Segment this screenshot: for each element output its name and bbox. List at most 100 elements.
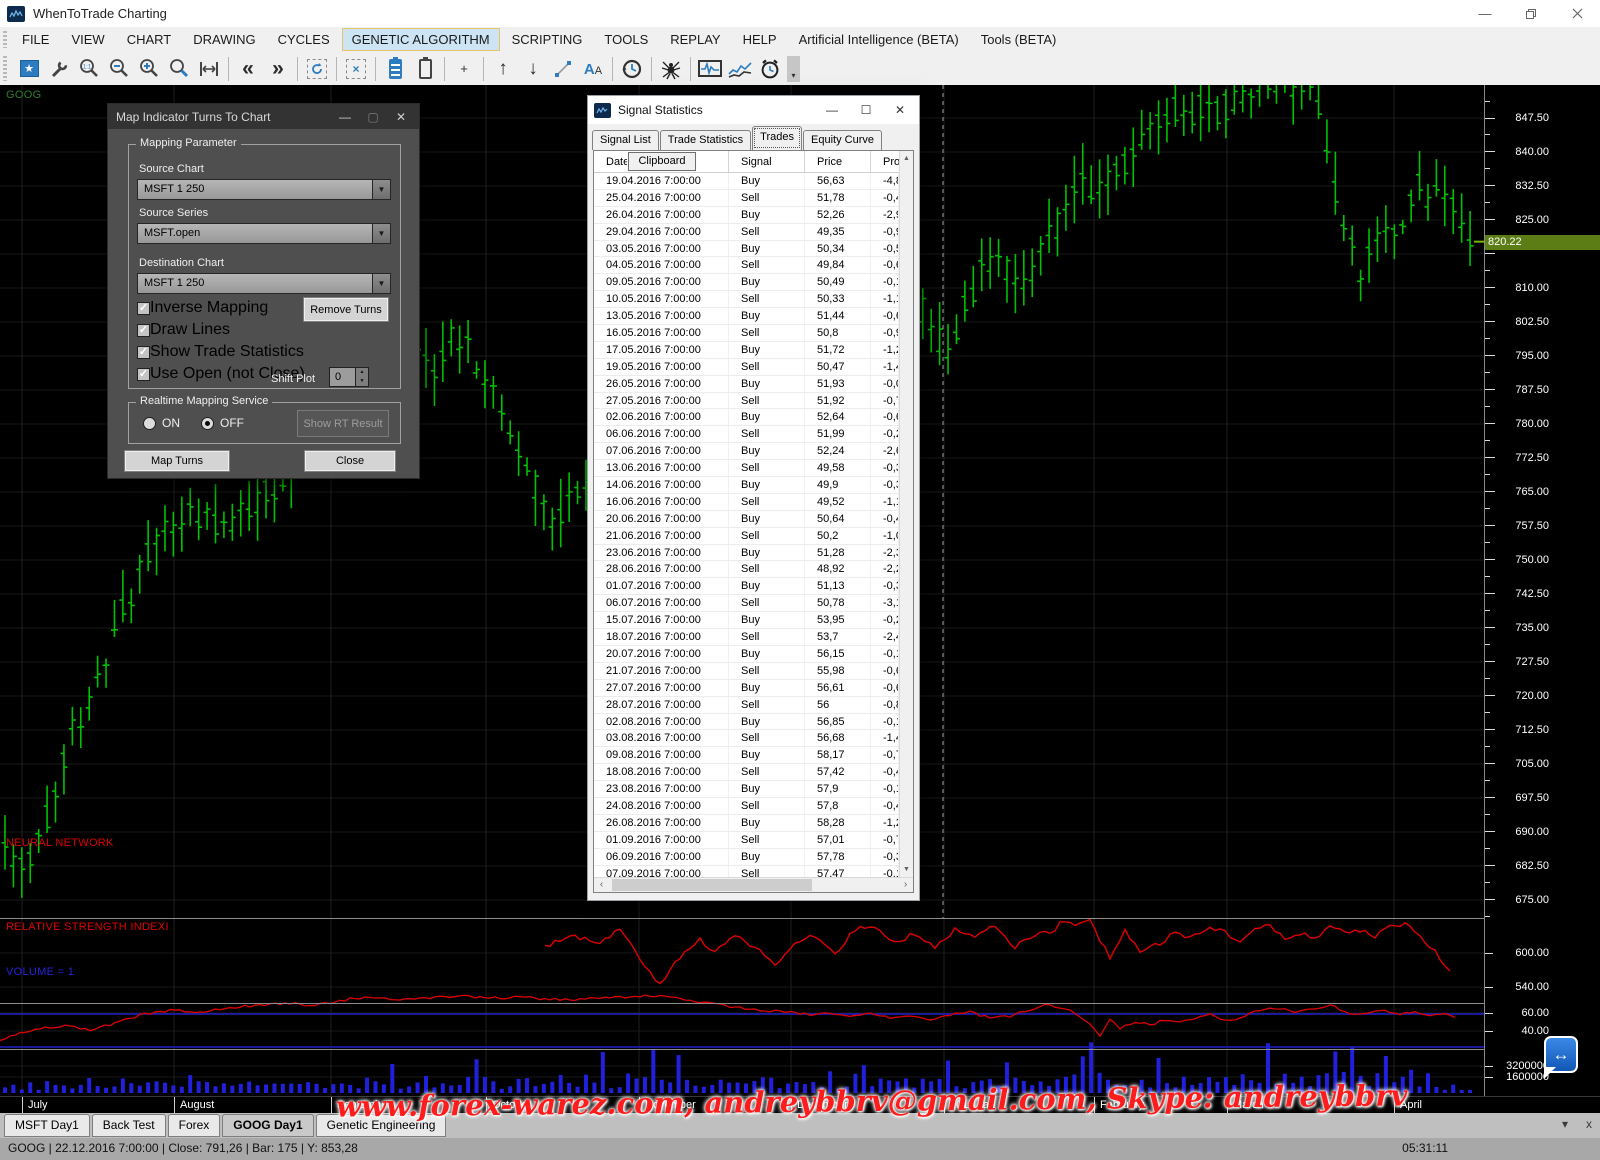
- table-row[interactable]: 19.04.2016 7:00:00Buy56,63-4,8: [594, 173, 899, 190]
- radio-icon[interactable]: [201, 417, 214, 430]
- menu-item-help[interactable]: HELP: [733, 28, 787, 51]
- table-row[interactable]: 24.08.2016 7:00:00Sell57,8-0,4: [594, 798, 899, 815]
- fast-forward-icon[interactable]: »: [263, 56, 293, 82]
- table-header[interactable]: Date Signal Price Pro Clipboard: [594, 151, 913, 173]
- maximize-icon[interactable]: ▢: [359, 110, 387, 124]
- tab-close-icon[interactable]: x: [1586, 1117, 1592, 1131]
- menu-item-view[interactable]: VIEW: [61, 28, 114, 51]
- maximize-icon[interactable]: ☐: [849, 96, 883, 124]
- close-icon[interactable]: [1554, 0, 1600, 27]
- table-row[interactable]: 03.08.2016 7:00:00Sell56,68-1,4: [594, 730, 899, 747]
- chart-tab-back-test[interactable]: Back Test: [92, 1114, 166, 1137]
- table-row[interactable]: 14.06.2016 7:00:00Buy49,9-0,3: [594, 477, 899, 494]
- table-row[interactable]: 01.09.2016 7:00:00Sell57,01-0,7: [594, 832, 899, 849]
- shift-plot-stepper[interactable]: 0 ▲▼: [329, 367, 369, 387]
- table-row[interactable]: 21.07.2016 7:00:00Sell55,98-0,6: [594, 663, 899, 680]
- wrench-icon[interactable]: [44, 56, 74, 82]
- destination-chart-select[interactable]: MSFT 1 250 ▼: [137, 273, 391, 294]
- arrow-up-icon[interactable]: ↑: [488, 56, 518, 82]
- table-row[interactable]: 02.08.2016 7:00:00Buy56,85-0,1: [594, 714, 899, 731]
- table-row[interactable]: 07.09.2016 7:00:00Sell57,47-0,1: [594, 866, 899, 877]
- chart-tab-genetic-engineering[interactable]: Genetic Engineering: [316, 1114, 447, 1137]
- chart-tab-msft-day1[interactable]: MSFT Day1: [4, 1114, 90, 1137]
- checkbox-icon[interactable]: ✓: [137, 368, 150, 381]
- checkbox-draw-lines[interactable]: ✓Draw Lines: [137, 321, 230, 339]
- scroll-right-icon[interactable]: ›: [898, 878, 913, 892]
- table-row[interactable]: 23.08.2016 7:00:00Buy57,9-0,1: [594, 781, 899, 798]
- toolbar-grip[interactable]: [3, 56, 7, 81]
- clipboard-button[interactable]: Clipboard: [628, 152, 696, 171]
- zoom-actual-icon[interactable]: 1:1: [74, 56, 104, 82]
- source-chart-select[interactable]: MSFT 1 250 ▼: [137, 179, 391, 200]
- table-row[interactable]: 28.07.2016 7:00:00Sell56-0,8: [594, 697, 899, 714]
- table-row[interactable]: 17.05.2016 7:00:00Buy51,72-1,2: [594, 342, 899, 359]
- chevron-down-icon[interactable]: ▼: [372, 224, 390, 243]
- tab-equity-curve[interactable]: Equity Curve: [803, 130, 882, 150]
- table-row[interactable]: 01.07.2016 7:00:00Buy51,13-0,3: [594, 578, 899, 595]
- toolbar-overflow-icon[interactable]: ▾: [787, 56, 800, 82]
- chart-tab-forex[interactable]: Forex: [168, 1114, 221, 1137]
- table-row[interactable]: 16.06.2016 7:00:00Sell49,52-1,1: [594, 494, 899, 511]
- table-row[interactable]: 03.05.2016 7:00:00Buy50,34-0,5: [594, 241, 899, 258]
- map-turns-button[interactable]: Map Turns: [124, 450, 230, 472]
- table-row[interactable]: 23.06.2016 7:00:00Buy51,28-2,3: [594, 545, 899, 562]
- tab-trade-statistics[interactable]: Trade Statistics: [660, 130, 751, 150]
- scroll-left-icon[interactable]: ‹: [594, 878, 609, 892]
- spider-icon[interactable]: [656, 56, 686, 82]
- plus-icon[interactable]: +: [449, 56, 479, 82]
- show-rt-result-button[interactable]: Show RT Result: [297, 410, 389, 437]
- menu-item-drawing[interactable]: DRAWING: [183, 28, 265, 51]
- trend-chart-icon[interactable]: [725, 56, 755, 82]
- table-row[interactable]: 06.09.2016 7:00:00Buy57,78-0,3: [594, 849, 899, 866]
- table-row[interactable]: 25.04.2016 7:00:00Sell51,78-0,4: [594, 190, 899, 207]
- fit-width-icon[interactable]: [194, 56, 224, 82]
- table-row[interactable]: 20.07.2016 7:00:00Buy56,15-0,1: [594, 646, 899, 663]
- table-row[interactable]: 10.05.2016 7:00:00Sell50,33-1,1: [594, 291, 899, 308]
- menu-grip[interactable]: [3, 31, 7, 48]
- table-row[interactable]: 19.05.2016 7:00:00Sell50,47-1,4: [594, 359, 899, 376]
- spin-up-icon[interactable]: ▲: [355, 368, 368, 377]
- price-axis[interactable]: 847.50840.00832.50825.00810.00802.50795.…: [1484, 85, 1600, 1096]
- battery-empty-icon[interactable]: [410, 56, 440, 82]
- font-tool-icon[interactable]: AA: [578, 56, 608, 82]
- history-icon[interactable]: [617, 56, 647, 82]
- col-signal[interactable]: Signal: [729, 151, 805, 172]
- table-row[interactable]: 07.06.2016 7:00:00Buy52,24-2,6: [594, 443, 899, 460]
- chart-tab-goog-day1[interactable]: GOOG Day1: [222, 1114, 313, 1137]
- table-row[interactable]: 13.05.2016 7:00:00Buy51,44-0,6: [594, 308, 899, 325]
- table-row[interactable]: 21.06.2016 7:00:00Sell50,2-1,0: [594, 528, 899, 545]
- table-row[interactable]: 26.04.2016 7:00:00Buy52,26-2,9: [594, 207, 899, 224]
- checkbox-inverse-mapping[interactable]: ✓Inverse Mapping: [137, 299, 268, 317]
- zoom-out-icon[interactable]: [104, 56, 134, 82]
- minimize-icon[interactable]: —: [331, 110, 359, 124]
- restore-icon[interactable]: [1508, 0, 1554, 27]
- radio-icon[interactable]: [143, 417, 156, 430]
- selection-delete-icon[interactable]: ×: [341, 56, 371, 82]
- menu-item-chart[interactable]: CHART: [117, 28, 182, 51]
- menu-item-artificial-intelligence-beta[interactable]: Artificial Intelligence (BETA): [789, 28, 969, 51]
- close-icon[interactable]: ✕: [387, 110, 415, 124]
- vertical-scrollbar[interactable]: ▲ ▼: [899, 151, 913, 877]
- tab-trades[interactable]: Trades: [752, 126, 802, 150]
- checkbox-show-trade-statistics[interactable]: ✓Show Trade Statistics: [137, 343, 304, 361]
- chevron-down-icon[interactable]: ▼: [372, 274, 390, 293]
- zoom-search-icon[interactable]: [164, 56, 194, 82]
- table-row[interactable]: 27.05.2016 7:00:00Sell51,92-0,7: [594, 393, 899, 410]
- alarm-clock-icon[interactable]: [755, 56, 785, 82]
- battery-full-icon[interactable]: [380, 56, 410, 82]
- checkbox-icon[interactable]: ✓: [137, 346, 150, 359]
- scroll-down-icon[interactable]: ▼: [900, 862, 913, 877]
- table-row[interactable]: 18.08.2016 7:00:00Sell57,42-0,4: [594, 764, 899, 781]
- table-row[interactable]: 04.05.2016 7:00:00Sell49,84-0,6: [594, 257, 899, 274]
- close-button[interactable]: Close: [304, 450, 396, 472]
- chevron-down-icon[interactable]: ▼: [372, 180, 390, 199]
- table-row[interactable]: 06.07.2016 7:00:00Sell50,78-3,1: [594, 595, 899, 612]
- checkbox-icon[interactable]: ✓: [137, 324, 150, 337]
- tab-scroll-icon[interactable]: ▾: [1562, 1117, 1568, 1131]
- table-row[interactable]: 15.07.2016 7:00:00Buy53,95-0,2: [594, 612, 899, 629]
- table-row[interactable]: 13.06.2016 7:00:00Sell49,58-0,3: [594, 460, 899, 477]
- dialog-title-bar[interactable]: Signal Statistics — ☐ ✕: [588, 96, 919, 124]
- col-price[interactable]: Price: [805, 151, 871, 172]
- spin-down-icon[interactable]: ▼: [355, 377, 368, 386]
- table-row[interactable]: 26.05.2016 7:00:00Buy51,93-0,0: [594, 376, 899, 393]
